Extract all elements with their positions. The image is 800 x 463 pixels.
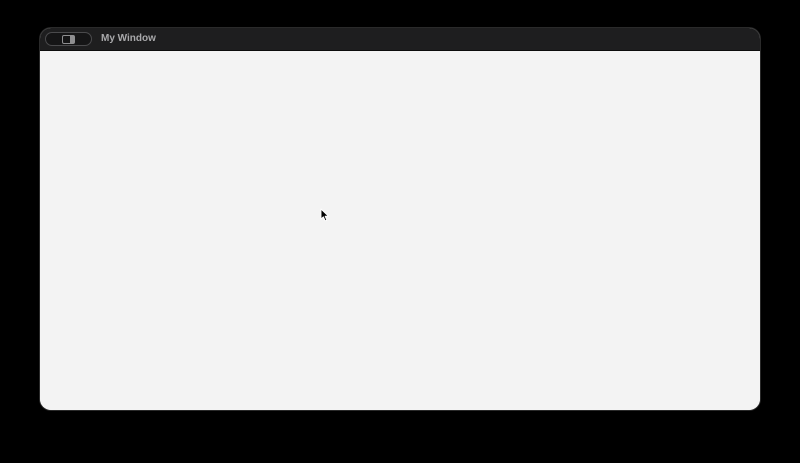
window-titlebar[interactable]: My Window [40, 28, 760, 51]
app-window: My Window [40, 28, 760, 410]
sidebar-toggle-button[interactable] [45, 32, 92, 46]
window-title: My Window [101, 33, 156, 44]
pointer-arrow-icon [320, 208, 330, 222]
window-content-area[interactable] [40, 51, 760, 410]
sidebar-icon [62, 34, 75, 44]
